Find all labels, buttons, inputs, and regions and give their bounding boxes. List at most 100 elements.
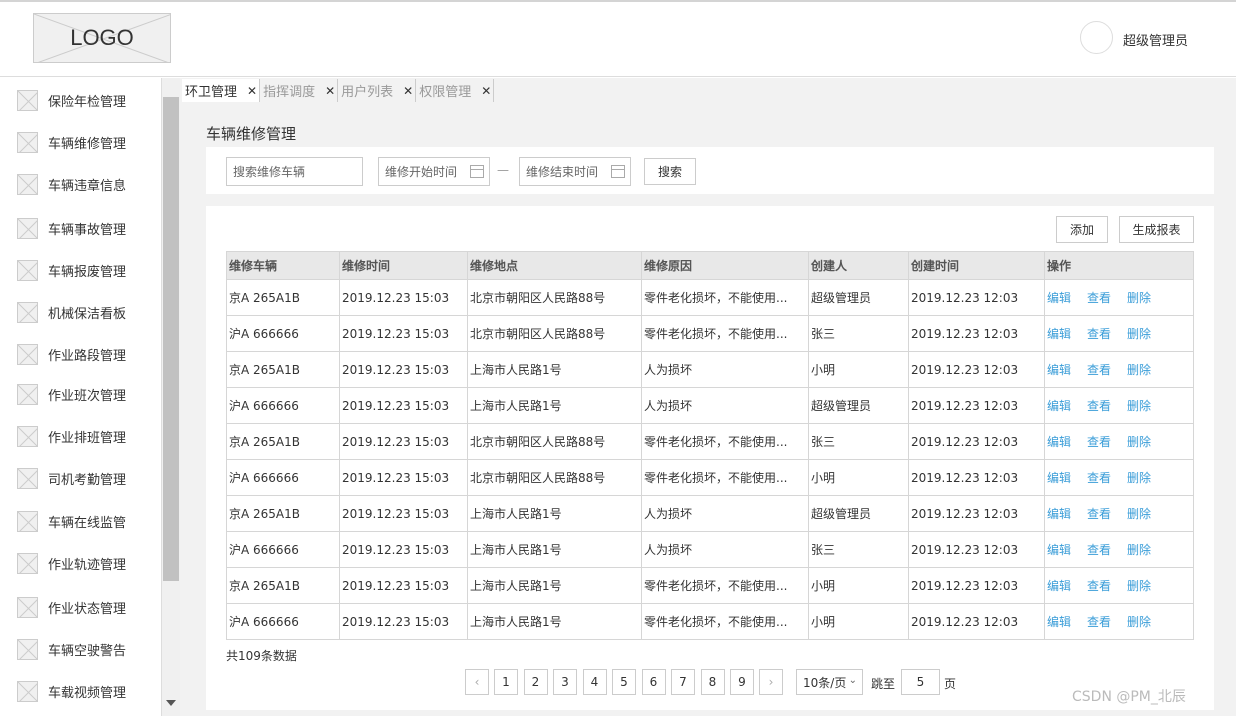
search-input[interactable]: 搜索维修车辆: [226, 157, 363, 186]
view-link[interactable]: 查看: [1087, 543, 1111, 557]
sidebar-item-label: 车辆维修管理: [48, 136, 127, 152]
start-date-placeholder: 维修开始时间: [385, 165, 458, 179]
scroll-down-arrow-icon[interactable]: [166, 700, 176, 706]
page-button[interactable]: 3: [553, 669, 577, 695]
table-cell: 人为损坏: [641, 387, 809, 424]
action-cell: 编辑 查看 删除: [1044, 387, 1194, 424]
sidebar-item-label: 车载视频管理: [48, 685, 127, 701]
username[interactable]: 超级管理员: [1123, 30, 1188, 49]
edit-link[interactable]: 编辑: [1047, 507, 1071, 521]
action-cell: 编辑 查看 删除: [1044, 279, 1194, 316]
sidebar-item[interactable]: 车辆维修管理: [0, 128, 161, 156]
edit-link[interactable]: 编辑: [1047, 435, 1071, 449]
jump-page-input[interactable]: 5: [901, 669, 940, 695]
view-link[interactable]: 查看: [1087, 471, 1111, 485]
sidebar-item[interactable]: 作业排班管理: [0, 422, 161, 450]
delete-link[interactable]: 删除: [1127, 363, 1151, 377]
edit-link[interactable]: 编辑: [1047, 471, 1071, 485]
page-button[interactable]: 1: [494, 669, 518, 695]
edit-link[interactable]: 编辑: [1047, 327, 1071, 341]
sidebar-item[interactable]: 车辆报废管理: [0, 256, 161, 284]
view-link[interactable]: 查看: [1087, 579, 1111, 593]
close-icon[interactable]: ✕: [247, 84, 257, 98]
sidebar-item-label: 作业路段管理: [48, 348, 127, 364]
page-button[interactable]: 2: [523, 669, 548, 695]
avatar[interactable]: [1080, 21, 1113, 54]
delete-link[interactable]: 删除: [1127, 543, 1151, 557]
edit-link[interactable]: 编辑: [1047, 291, 1071, 305]
view-link[interactable]: 查看: [1087, 363, 1111, 377]
page-size-select[interactable]: 10条/页 ⌄: [796, 669, 863, 695]
view-link[interactable]: 查看: [1087, 327, 1111, 341]
edit-link[interactable]: 编辑: [1047, 363, 1071, 377]
table-row: 京A 265A1B 2019.12.23 15:03 北京市朝阳区人民路88号 零件老…: [226, 423, 1194, 460]
table-cell: 2019.12.23 12:03: [908, 387, 1045, 424]
generate-report-button[interactable]: 生成报表: [1119, 216, 1194, 243]
sidebar-item[interactable]: 作业路段管理: [0, 340, 161, 368]
next-page-button[interactable]: ›: [759, 669, 783, 695]
tab[interactable]: 指挥调度 ✕: [260, 79, 339, 102]
delete-link[interactable]: 删除: [1127, 615, 1151, 629]
view-link[interactable]: 查看: [1087, 507, 1111, 521]
view-link[interactable]: 查看: [1087, 435, 1111, 449]
sidebar-item[interactable]: 车辆空驶警告: [0, 635, 161, 663]
view-link[interactable]: 查看: [1087, 399, 1111, 413]
sidebar-item[interactable]: 保险年检管理: [0, 86, 161, 114]
edit-link[interactable]: 编辑: [1047, 615, 1071, 629]
page-button[interactable]: 8: [700, 669, 725, 695]
tab[interactable]: 用户列表 ✕: [338, 79, 417, 102]
start-date-input[interactable]: 维修开始时间: [378, 157, 490, 186]
maintenance-table: 维修车辆 维修时间 维修地点 维修原因 创建人 创建时间 操作 京A 265A1B 2019.…: [226, 251, 1194, 640]
sidebar-item[interactable]: 作业班次管理: [0, 380, 161, 408]
sidebar-item[interactable]: 车辆违章信息: [0, 170, 161, 198]
edit-link[interactable]: 编辑: [1047, 399, 1071, 413]
sidebar-item[interactable]: 车载视频管理: [0, 677, 161, 705]
tab[interactable]: 权限管理 ✕: [416, 79, 495, 102]
delete-link[interactable]: 删除: [1127, 327, 1151, 341]
table-row: 沪A 666666 2019.12.23 15:03 北京市朝阳区人民路88号 零件老…: [226, 459, 1194, 496]
delete-link[interactable]: 删除: [1127, 291, 1151, 305]
delete-link[interactable]: 删除: [1127, 579, 1151, 593]
end-date-input[interactable]: 维修结束时间: [519, 157, 631, 186]
sidebar-item[interactable]: 车辆事故管理: [0, 214, 161, 242]
sidebar-scroll-thumb[interactable]: [163, 97, 179, 581]
page-button[interactable]: 7: [671, 669, 695, 695]
delete-link[interactable]: 删除: [1127, 507, 1151, 521]
sidebar-item[interactable]: 作业状态管理: [0, 593, 161, 621]
logo[interactable]: LOGO: [33, 13, 171, 63]
close-icon[interactable]: ✕: [403, 84, 413, 98]
page-button[interactable]: 6: [641, 669, 666, 695]
tab[interactable]: 环卫管理 ✕: [182, 79, 261, 102]
page-button[interactable]: 4: [582, 669, 607, 695]
sidebar: 保险年检管理车辆维修管理 车辆违章信息 车辆事故管理车辆报废管理 机械保洁看板作业路段…: [0, 78, 162, 716]
edit-link[interactable]: 编辑: [1047, 579, 1071, 593]
delete-link[interactable]: 删除: [1127, 435, 1151, 449]
sidebar-item-label: 车辆违章信息: [48, 178, 127, 194]
delete-link[interactable]: 删除: [1127, 471, 1151, 485]
page-button[interactable]: 5: [612, 669, 636, 695]
add-button[interactable]: 添加: [1056, 216, 1108, 243]
view-link[interactable]: 查看: [1087, 291, 1111, 305]
page-button[interactable]: 9: [730, 669, 754, 695]
sidebar-item[interactable]: 司机考勤管理: [0, 464, 161, 492]
close-icon[interactable]: ✕: [325, 84, 335, 98]
total-count: 共109条数据: [226, 649, 297, 663]
tab-label: 用户列表: [341, 85, 394, 100]
delete-link[interactable]: 删除: [1127, 399, 1151, 413]
table-cell: 零件老化损坏，不能使用...: [641, 603, 809, 640]
search-button[interactable]: 搜索: [644, 158, 696, 185]
sidebar-item[interactable]: 作业轨迹管理: [0, 549, 161, 577]
date-range-separator: —: [497, 163, 509, 177]
table-cell: 2019.12.23 15:03: [339, 387, 468, 424]
prev-page-button[interactable]: ‹: [465, 669, 489, 695]
edit-link[interactable]: 编辑: [1047, 543, 1071, 557]
sidebar-item[interactable]: 车辆在线监管: [0, 507, 161, 535]
view-link[interactable]: 查看: [1087, 615, 1111, 629]
sidebar-item[interactable]: 机械保洁看板: [0, 298, 161, 326]
table-cell: 人为损坏: [641, 495, 809, 532]
table-cell: 北京市朝阳区人民路88号: [467, 423, 642, 460]
image-placeholder-icon: [17, 89, 38, 111]
close-icon[interactable]: ✕: [481, 84, 491, 98]
table-cell: 2019.12.23 15:03: [339, 531, 468, 568]
sidebar-item-label: 车辆事故管理: [48, 222, 127, 238]
